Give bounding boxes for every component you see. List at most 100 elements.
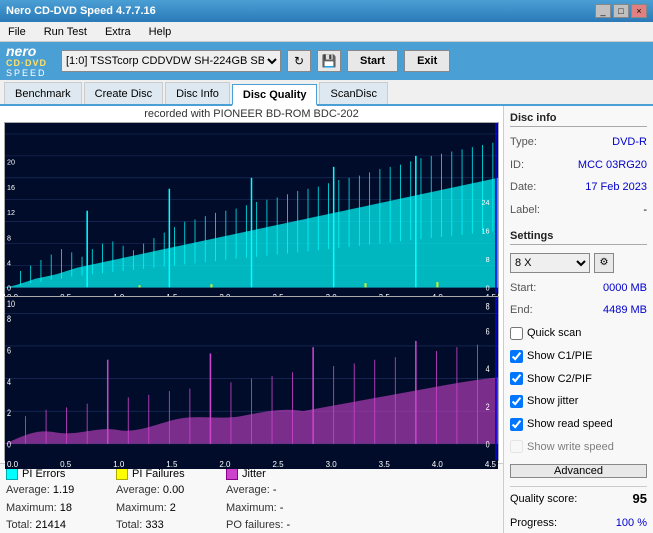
save-icon-button[interactable]: 💾: [317, 50, 341, 72]
show-c2pif-row: Show C2/PIF: [510, 370, 647, 389]
menu-run-test[interactable]: Run Test: [40, 24, 91, 40]
drive-selector[interactable]: [1:0] TSSTcorp CDDVDW SH-224GB SB00: [61, 50, 281, 72]
maximize-button[interactable]: □: [613, 4, 629, 18]
tabbar: Benchmark Create Disc Disc Info Disc Qua…: [0, 80, 653, 106]
svg-text:12: 12: [7, 208, 15, 217]
svg-text:0: 0: [486, 284, 490, 293]
upper-chart: 0 4 8 12 16 20 0 8 16 24 0.0 0.5 1.0 1.5: [5, 123, 498, 293]
show-c1pie-checkbox[interactable]: [510, 350, 523, 363]
svg-text:0: 0: [7, 440, 11, 450]
pi-failures-legend-box: [116, 468, 128, 480]
svg-text:6: 6: [486, 327, 490, 337]
quality-score-value: 95: [633, 491, 647, 506]
jitter-legend: Jitter: [226, 468, 316, 480]
menubar: File Run Test Extra Help: [0, 22, 653, 42]
end-mb-label: End:: [510, 301, 533, 320]
show-write-label: Show write speed: [527, 438, 614, 457]
chart-area: recorded with PIONEER BD-ROM BDC-202: [0, 106, 503, 463]
pi-failures-label: PI Failures: [132, 468, 185, 480]
disc-label-label: Label:: [510, 201, 540, 220]
show-read-checkbox[interactable]: [510, 418, 523, 431]
svg-text:4: 4: [486, 365, 490, 375]
pi-errors-legend: PI Errors: [6, 468, 96, 480]
show-c1pie-row: Show C1/PIE: [510, 347, 647, 366]
progress-value: 100 %: [616, 514, 647, 533]
disc-id-label: ID:: [510, 156, 524, 175]
svg-text:20: 20: [7, 157, 15, 166]
show-c1pie-label: Show C1/PIE: [527, 347, 592, 366]
quality-score-row: Quality score: 95: [510, 486, 647, 506]
disc-label-row: Label: -: [510, 201, 647, 220]
app-logo: nero CD·DVD SPEED: [6, 44, 47, 78]
svg-text:2: 2: [7, 408, 11, 418]
svg-text:16: 16: [482, 227, 490, 236]
tab-benchmark[interactable]: Benchmark: [4, 82, 82, 104]
svg-text:0: 0: [486, 440, 490, 450]
svg-text:8: 8: [7, 233, 11, 242]
lower-chart: 0 2 4 6 8 10 0 2 4 6 8: [5, 297, 498, 460]
menu-help[interactable]: Help: [145, 24, 176, 40]
stats-area: PI Errors Average: 1.19 Maximum: 18 Tota…: [0, 463, 503, 533]
quick-scan-row: Quick scan: [510, 324, 647, 343]
start-mb-value: 0000 MB: [603, 279, 647, 298]
disc-info-title: Disc info: [510, 112, 647, 127]
progress-label: Progress:: [510, 514, 557, 533]
disc-label-value: -: [643, 201, 647, 220]
show-c2pif-label: Show C2/PIF: [527, 370, 592, 389]
show-jitter-checkbox[interactable]: [510, 395, 523, 408]
end-mb-value: 4489 MB: [603, 301, 647, 320]
logo-speed: SPEED: [6, 68, 47, 78]
menu-extra[interactable]: Extra: [101, 24, 135, 40]
exit-button[interactable]: Exit: [404, 50, 450, 72]
svg-text:4: 4: [7, 258, 11, 267]
tab-disc-info[interactable]: Disc Info: [165, 82, 230, 104]
main-content: recorded with PIONEER BD-ROM BDC-202: [0, 106, 653, 533]
show-read-row: Show read speed: [510, 415, 647, 434]
svg-text:0: 0: [7, 284, 11, 293]
tab-disc-quality[interactable]: Disc Quality: [232, 84, 318, 106]
svg-text:24: 24: [482, 198, 490, 207]
pi-failures-total-row: Total: 333: [116, 517, 206, 533]
pi-errors-avg-row: Average: 1.19: [6, 482, 96, 500]
pi-errors-legend-box: [6, 468, 18, 480]
disc-id-value: MCC 03RG20: [578, 156, 647, 175]
advanced-button[interactable]: Advanced: [510, 464, 647, 478]
refresh-icon-button[interactable]: ↻: [287, 50, 311, 72]
svg-text:8: 8: [486, 255, 490, 264]
settings-icon-button[interactable]: ⚙: [594, 253, 614, 273]
pi-errors-max-row: Maximum: 18: [6, 500, 96, 518]
pi-failures-legend: PI Failures: [116, 468, 206, 480]
jitter-max-row: Maximum: -: [226, 500, 316, 518]
jitter-group: Jitter Average: - Maximum: - PO failures…: [226, 468, 316, 529]
close-button[interactable]: ×: [631, 4, 647, 18]
show-c2pif-checkbox[interactable]: [510, 372, 523, 385]
chart-title: recorded with PIONEER BD-ROM BDC-202: [4, 108, 499, 120]
pi-failures-avg-row: Average: 0.00: [116, 482, 206, 500]
menu-file[interactable]: File: [4, 24, 30, 40]
tab-scandisc[interactable]: ScanDisc: [319, 82, 387, 104]
minimize-button[interactable]: _: [595, 4, 611, 18]
speed-selector[interactable]: 8 X: [510, 253, 590, 273]
speed-select-row: 8 X ⚙: [510, 253, 647, 273]
show-write-checkbox: [510, 440, 523, 453]
show-write-row: Show write speed: [510, 438, 647, 457]
disc-date-value: 17 Feb 2023: [585, 178, 647, 197]
pi-errors-group: PI Errors Average: 1.19 Maximum: 18 Tota…: [6, 468, 96, 529]
disc-type-row: Type: DVD-R: [510, 133, 647, 152]
start-mb-label: Start:: [510, 279, 536, 298]
quick-scan-checkbox[interactable]: [510, 327, 523, 340]
svg-text:16: 16: [7, 183, 15, 192]
show-jitter-label: Show jitter: [527, 392, 578, 411]
jitter-po-row: PO failures: -: [226, 517, 316, 533]
svg-text:10: 10: [7, 299, 15, 309]
right-panel: Disc info Type: DVD-R ID: MCC 03RG20 Dat…: [503, 106, 653, 533]
tab-create-disc[interactable]: Create Disc: [84, 82, 163, 104]
toolbar: nero CD·DVD SPEED [1:0] TSSTcorp CDDVDW …: [0, 42, 653, 80]
logo-nero: nero: [6, 44, 36, 58]
svg-text:4: 4: [7, 377, 11, 387]
progress-row: Progress: 100 %: [510, 514, 647, 533]
start-button[interactable]: Start: [347, 50, 398, 72]
jitter-label: Jitter: [242, 468, 266, 480]
disc-date-row: Date: 17 Feb 2023: [510, 178, 647, 197]
pi-errors-label: PI Errors: [22, 468, 65, 480]
